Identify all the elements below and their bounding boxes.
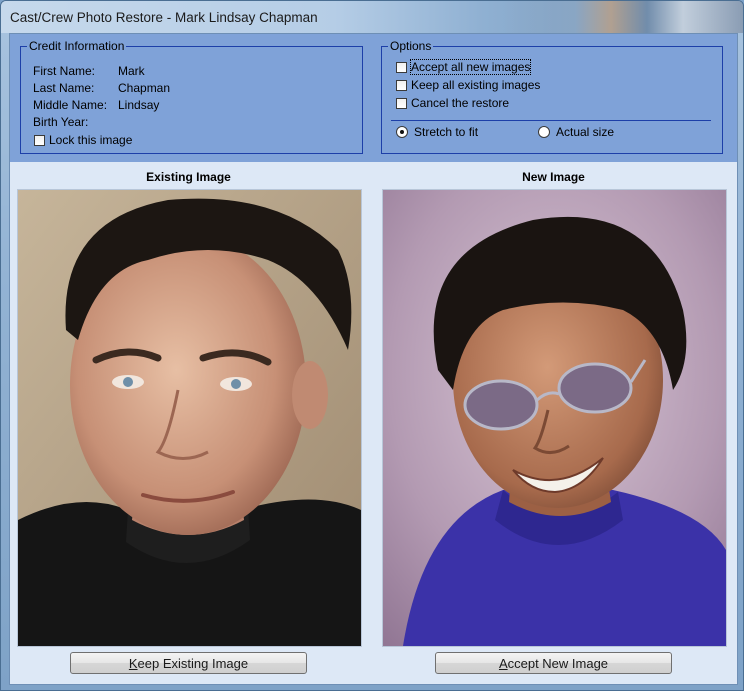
title-bar-background-art bbox=[503, 1, 743, 33]
cancel-restore-checkbox[interactable] bbox=[396, 98, 407, 109]
accept-new-label: ccept New Image bbox=[507, 655, 609, 671]
accept-new-image-button[interactable]: Accept New Image bbox=[435, 652, 672, 674]
credit-information-legend: Credit Information bbox=[27, 39, 127, 53]
accept-new-mnemonic: A bbox=[498, 655, 508, 671]
new-image bbox=[382, 189, 727, 647]
existing-portrait-drawing bbox=[18, 190, 361, 646]
options-legend: Options bbox=[388, 39, 434, 53]
existing-image bbox=[17, 189, 362, 647]
new-portrait-drawing bbox=[383, 190, 726, 646]
window-title: Cast/Crew Photo Restore - Mark Lindsay C… bbox=[10, 10, 318, 25]
actual-size-radio[interactable] bbox=[538, 126, 550, 138]
client-area: Credit Information First Name: Mark Last… bbox=[9, 33, 738, 685]
lock-image-checkbox[interactable] bbox=[34, 135, 45, 146]
accept-all-new-checkbox[interactable] bbox=[396, 62, 407, 73]
credit-information-group: Credit Information First Name: Mark Last… bbox=[20, 39, 363, 154]
new-image-caption: New Image bbox=[522, 170, 585, 184]
keep-existing-label: eep Existing Image bbox=[137, 655, 249, 671]
keep-all-existing-label[interactable]: Keep all existing images bbox=[411, 78, 540, 92]
keep-all-existing-checkbox[interactable] bbox=[396, 80, 407, 91]
lock-image-label[interactable]: Lock this image bbox=[49, 133, 132, 147]
last-name-label: Last Name: bbox=[33, 81, 95, 95]
dialog-window: Cast/Crew Photo Restore - Mark Lindsay C… bbox=[0, 0, 744, 691]
last-name-value: Chapman bbox=[118, 81, 171, 95]
keep-existing-mnemonic: K bbox=[128, 655, 138, 671]
birth-year-label: Birth Year: bbox=[33, 115, 89, 129]
cancel-restore-label[interactable]: Cancel the restore bbox=[411, 96, 509, 110]
first-name-label: First Name: bbox=[33, 64, 96, 78]
actual-size-label[interactable]: Actual size bbox=[556, 125, 614, 139]
options-group: Options Accept all new images Keep all e… bbox=[381, 39, 723, 154]
stretch-to-fit-label[interactable]: Stretch to fit bbox=[414, 125, 478, 139]
title-bar[interactable]: Cast/Crew Photo Restore - Mark Lindsay C… bbox=[1, 1, 743, 33]
existing-image-caption: Existing Image bbox=[146, 170, 231, 184]
stretch-to-fit-radio[interactable] bbox=[396, 126, 408, 138]
keep-existing-image-button[interactable]: Keep Existing Image bbox=[70, 652, 307, 674]
options-divider bbox=[391, 120, 711, 121]
accept-all-new-label[interactable]: Accept all new images bbox=[409, 59, 532, 75]
first-name-value: Mark bbox=[118, 64, 145, 78]
middle-name-value: Lindsay bbox=[118, 98, 160, 112]
middle-name-label: Middle Name: bbox=[33, 98, 108, 112]
info-panel: Credit Information First Name: Mark Last… bbox=[10, 34, 737, 162]
